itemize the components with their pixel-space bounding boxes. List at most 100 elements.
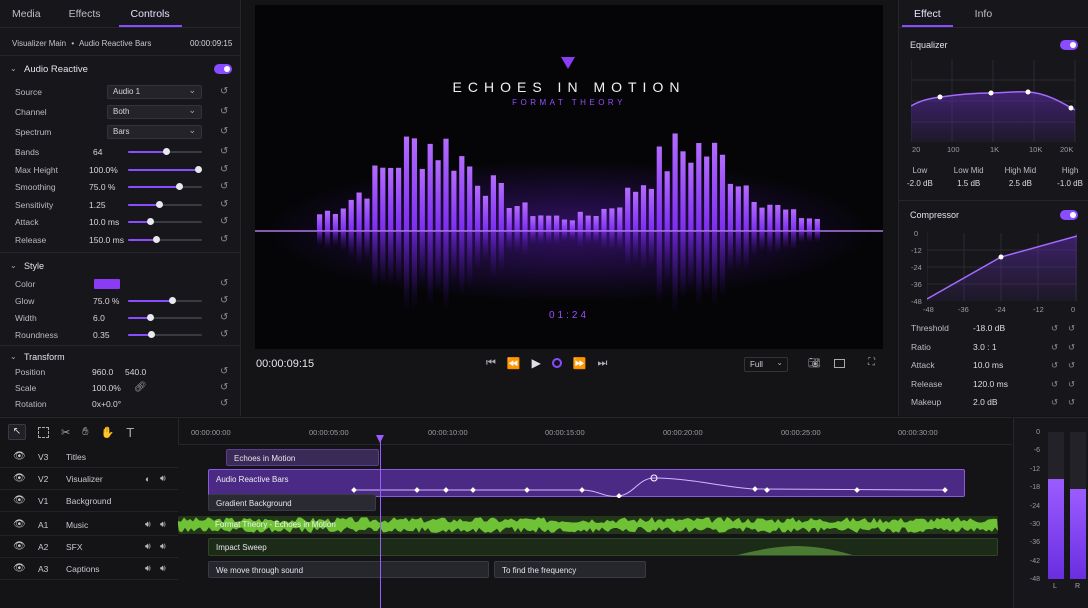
section-audio-reactive[interactable]: ⌄ Audio Reactive (10, 60, 232, 78)
volume-icon[interactable]: 🔊︎ (160, 473, 166, 484)
comp-param-release[interactable]: Release 120.0 ms ↺ ↺ (911, 379, 1081, 398)
reset-all-icon[interactable]: ↺ (1068, 379, 1075, 390)
reset-icon[interactable]: ↺ (220, 164, 228, 175)
color-swatch[interactable] (94, 278, 120, 289)
attack-slider[interactable] (128, 217, 202, 225)
reset-icon[interactable]: ↺ (220, 366, 228, 377)
track-header-v1[interactable]: 👁︎ V1 Background (0, 490, 178, 512)
section-style[interactable]: ⌄ Style (10, 257, 44, 275)
max-height-value[interactable]: 100.0% (89, 165, 118, 175)
reset-icon[interactable]: ↺ (220, 312, 228, 323)
tab-controls[interactable]: Controls (118, 0, 182, 27)
link-icon[interactable]: 🔗︎ (134, 382, 147, 393)
reset-icon[interactable]: ↺ (1051, 360, 1058, 371)
volume-icon[interactable]: 🔊︎ (145, 563, 151, 574)
razor-tool-icon[interactable]: ✂ (61, 426, 70, 439)
breadcrumb-item[interactable]: Audio Reactive Bars (79, 39, 151, 48)
position-x[interactable]: 960.0 (92, 367, 113, 377)
position-y[interactable]: 540.0 (125, 367, 146, 377)
tab-info[interactable]: Info (963, 0, 1005, 27)
sensitivity-slider[interactable] (128, 200, 202, 208)
reset-icon[interactable]: ↺ (220, 106, 228, 117)
tab-effects[interactable]: Effects (53, 0, 113, 27)
safe-area-icon[interactable] (834, 359, 845, 368)
reset-icon[interactable]: ↺ (1051, 342, 1058, 353)
compressor-graph[interactable] (927, 233, 1077, 301)
track-header-a2[interactable]: 👁︎ A2 SFX 🔊︎ 🔊︎ (0, 536, 178, 558)
reset-all-icon[interactable]: ↺ (1068, 360, 1075, 371)
comp-param-ratio[interactable]: Ratio 3.0 : 1 ↺ ↺ (911, 342, 1081, 361)
bands-value[interactable]: 64 (93, 147, 102, 157)
rewind-icon[interactable]: ⏪ (507, 357, 521, 370)
fx-icon[interactable]: ◐ (145, 474, 150, 484)
reset-icon[interactable]: ↺ (220, 86, 228, 97)
reset-all-icon[interactable]: ↺ (1068, 323, 1075, 334)
release-slider[interactable] (128, 235, 202, 243)
rotation-value[interactable]: 0x+0.0° (92, 399, 121, 409)
comp-param-makeup[interactable]: Makeup 2.0 dB ↺ ↺ (911, 397, 1081, 416)
reset-icon[interactable]: ↺ (220, 398, 228, 409)
clip-caption-1[interactable]: We move through sound (208, 561, 489, 578)
bands-slider[interactable] (128, 147, 202, 155)
clip-visualizer[interactable]: Audio Reactive Bars (208, 469, 965, 498)
reset-icon[interactable]: ↺ (1051, 397, 1058, 408)
playhead-handle[interactable] (376, 435, 384, 443)
track-header-v2[interactable]: 👁︎ V2 Visualizer ◐ 🔊︎ (0, 468, 178, 490)
clip-caption-2[interactable]: To find the frequency (494, 561, 646, 578)
eq-band-high[interactable]: High -1.0 dB (1057, 166, 1083, 188)
eye-icon[interactable]: 👁︎ (13, 563, 26, 574)
glow-value[interactable]: 75.0 % (93, 296, 119, 306)
select-tool-icon[interactable]: ↖ (8, 424, 26, 440)
breadcrumb-item[interactable]: Visualizer Main (12, 39, 66, 48)
volume-icon[interactable]: 🔊︎ (145, 519, 151, 530)
equalizer-toggle[interactable] (1060, 40, 1078, 50)
zoom-select[interactable]: Full ⌄ (744, 357, 788, 372)
roundness-slider[interactable] (128, 330, 202, 338)
glow-slider[interactable] (128, 296, 202, 304)
width-slider[interactable] (128, 313, 202, 321)
reset-icon[interactable]: ↺ (220, 181, 228, 192)
sensitivity-value[interactable]: 1.25 (89, 200, 106, 210)
reset-icon[interactable]: ↺ (220, 278, 228, 289)
channel-select[interactable]: Both (107, 104, 202, 119)
eye-icon[interactable]: 👁︎ (13, 519, 26, 530)
eye-icon[interactable]: 👁︎ (13, 473, 26, 484)
scale-value[interactable]: 100.0% (92, 383, 121, 393)
reset-icon[interactable]: ↺ (220, 382, 228, 393)
eye-icon[interactable]: 👁︎ (13, 451, 26, 462)
eye-icon[interactable]: 👁︎ (13, 541, 26, 552)
eye-icon[interactable]: 👁︎ (13, 495, 26, 506)
roundness-value[interactable]: 0.35 (93, 330, 110, 340)
clip-background[interactable]: Gradient Background (208, 494, 376, 511)
fast-forward-icon[interactable]: ⏩ (573, 357, 587, 370)
text-tool-icon[interactable]: T (126, 425, 134, 440)
attack-value[interactable]: 10.0 ms (89, 217, 119, 227)
volume-icon[interactable]: 🔊︎ (160, 541, 166, 552)
clip-music[interactable]: Format Theory - Echoes in Motion (178, 516, 998, 534)
reset-icon[interactable]: ↺ (220, 126, 228, 137)
reset-icon[interactable]: ↺ (220, 234, 228, 245)
fullscreen-icon[interactable]: ⛶ (868, 357, 875, 368)
equalizer-graph[interactable] (911, 60, 1076, 142)
smoothing-value[interactable]: 75.0 % (89, 182, 115, 192)
play-icon[interactable]: ▶ (532, 356, 541, 370)
reset-icon[interactable]: ↺ (220, 146, 228, 157)
loop-icon[interactable] (551, 358, 562, 368)
marquee-tool-icon[interactable] (38, 426, 49, 438)
release-value[interactable]: 150.0 ms (89, 235, 124, 245)
hand-tool-icon[interactable]: ✋ (101, 426, 115, 439)
track-header-a3[interactable]: 👁︎ A3 Captions 🔊︎ 🔊︎ (0, 558, 178, 580)
volume-icon[interactable]: 🔊︎ (160, 563, 166, 574)
tab-effect[interactable]: Effect (902, 0, 953, 27)
comp-param-attack[interactable]: Attack 10.0 ms ↺ ↺ (911, 360, 1081, 379)
skip-back-icon[interactable]: ⏮ (486, 357, 496, 370)
volume-icon[interactable]: 🔊︎ (160, 519, 166, 530)
comp-param-threshold[interactable]: Threshold -18.0 dB ↺ ↺ (911, 323, 1081, 342)
audio-reactive-toggle[interactable] (214, 64, 232, 74)
preview-canvas[interactable]: ECHOES IN MOTION FORMAT THEORY 01:24 (255, 5, 883, 349)
clip-titles[interactable]: Echoes in Motion (226, 449, 379, 466)
eq-band-low[interactable]: Low -2.0 dB (907, 166, 933, 188)
clip-sfx[interactable]: Impact Sweep (208, 538, 998, 556)
compressor-toggle[interactable] (1060, 210, 1078, 220)
playhead[interactable] (376, 435, 384, 608)
